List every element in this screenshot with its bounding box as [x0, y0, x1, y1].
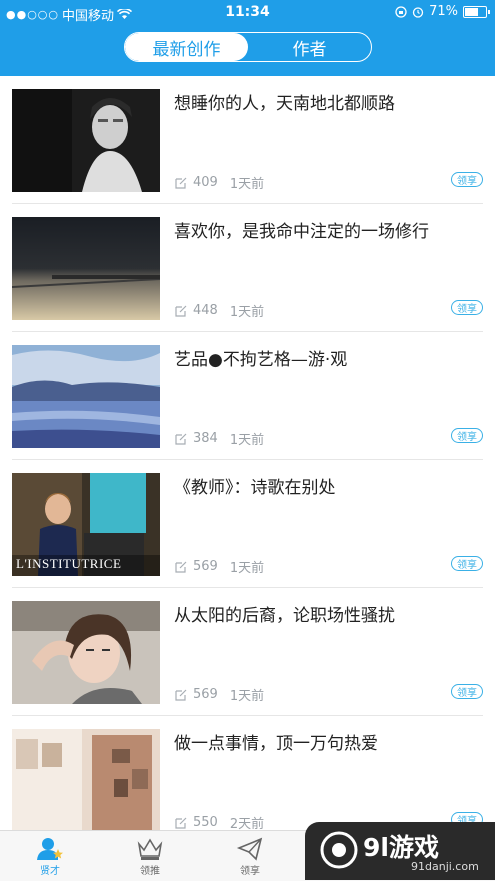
post-time: 1天前	[229, 689, 265, 704]
article-thumbnail	[12, 217, 160, 320]
article-thumbnail	[12, 89, 160, 192]
article-title[interactable]: 想睡你的人，天南地北都顺路	[174, 89, 395, 114]
share-badge[interactable]: 领享	[451, 684, 483, 699]
article-meta: 384 1天前	[174, 429, 264, 448]
share-badge[interactable]: 领享	[451, 556, 483, 571]
article-thumbnail: L'INSTITUTRICE	[12, 473, 160, 576]
watermark-logo-icon	[320, 831, 358, 869]
post-time: 1天前	[229, 561, 265, 576]
article-title[interactable]: 艺品●不拘艺格—游·观	[174, 345, 347, 370]
article-meta: 448 1天前	[174, 301, 264, 320]
article-thumbnail	[12, 345, 160, 448]
article-thumbnail	[12, 729, 160, 832]
crown-icon	[137, 838, 163, 860]
edit-icon	[175, 433, 187, 445]
post-time: 1天前	[229, 305, 265, 320]
tab-authors[interactable]: 作者	[248, 33, 371, 61]
view-count: 569	[193, 687, 218, 702]
view-count: 569	[193, 559, 218, 574]
list-item[interactable]: 艺品●不拘艺格—游·观 384 1天前 领享	[0, 332, 495, 460]
header: ●●○○○ 中国移动 11:34 71% 最新创作 作者	[0, 0, 495, 76]
segmented-control: 最新创作 作者	[124, 32, 372, 62]
view-count: 448	[193, 303, 218, 318]
article-title[interactable]: 《教师》：诗歌在别处	[174, 473, 336, 498]
battery-icon	[463, 5, 490, 18]
battery-percent: 71%	[429, 4, 458, 19]
article-title[interactable]: 喜欢你，是我命中注定的一场修行	[174, 217, 429, 242]
tab-label: 领推	[140, 866, 160, 877]
share-badge[interactable]: 领享	[451, 300, 483, 315]
share-badge[interactable]: 领享	[451, 172, 483, 187]
alarm-icon	[412, 6, 424, 18]
watermark-text: 9l游戏	[363, 833, 439, 862]
post-time: 1天前	[229, 177, 265, 192]
tab-recommend[interactable]: 领推	[100, 831, 200, 881]
article-title[interactable]: 从太阳的后裔，论职场性骚扰	[174, 601, 395, 626]
edit-icon	[175, 689, 187, 701]
article-thumbnail	[12, 601, 160, 704]
article-title[interactable]: 做一点事情，顶一万句热爱	[174, 729, 378, 754]
edit-icon	[175, 177, 187, 189]
article-meta: 569 1天前	[174, 685, 264, 704]
tab-share[interactable]: 领享	[200, 831, 300, 881]
paper-plane-icon	[236, 837, 263, 861]
view-count: 409	[193, 175, 218, 190]
view-count: 384	[193, 431, 218, 446]
share-badge[interactable]: 领享	[451, 428, 483, 443]
watermark-url: 91danji.com	[411, 860, 479, 873]
tab-label: 领享	[240, 866, 260, 877]
post-time: 1天前	[229, 433, 265, 448]
edit-icon	[175, 561, 187, 573]
user-star-icon	[37, 838, 63, 860]
list-item[interactable]: 从太阳的后裔，论职场性骚扰 569 1天前 领享	[0, 588, 495, 716]
article-meta: 569 1天前	[174, 557, 264, 576]
status-bar: ●●○○○ 中国移动 11:34 71%	[0, 0, 495, 26]
tab-label: 贤才	[40, 866, 60, 877]
tab-talent[interactable]: 贤才	[0, 831, 100, 881]
view-count: 550	[193, 815, 218, 830]
watermark: 9l游戏 91danji.com	[305, 822, 495, 880]
tab-latest[interactable]: 最新创作	[125, 33, 248, 61]
list-item[interactable]: 喜欢你，是我命中注定的一场修行 448 1天前 领享	[0, 204, 495, 332]
poster-title: L'INSTITUTRICE	[16, 556, 122, 571]
edit-icon	[175, 305, 187, 317]
lock-rotation-icon	[395, 5, 407, 18]
edit-icon	[175, 817, 187, 829]
article-meta: 409 1天前	[174, 173, 264, 192]
list-item[interactable]: 想睡你的人，天南地北都顺路 409 1天前 领享	[0, 76, 495, 204]
list-item[interactable]: L'INSTITUTRICE 《教师》：诗歌在别处 569 1天前 领享	[0, 460, 495, 588]
